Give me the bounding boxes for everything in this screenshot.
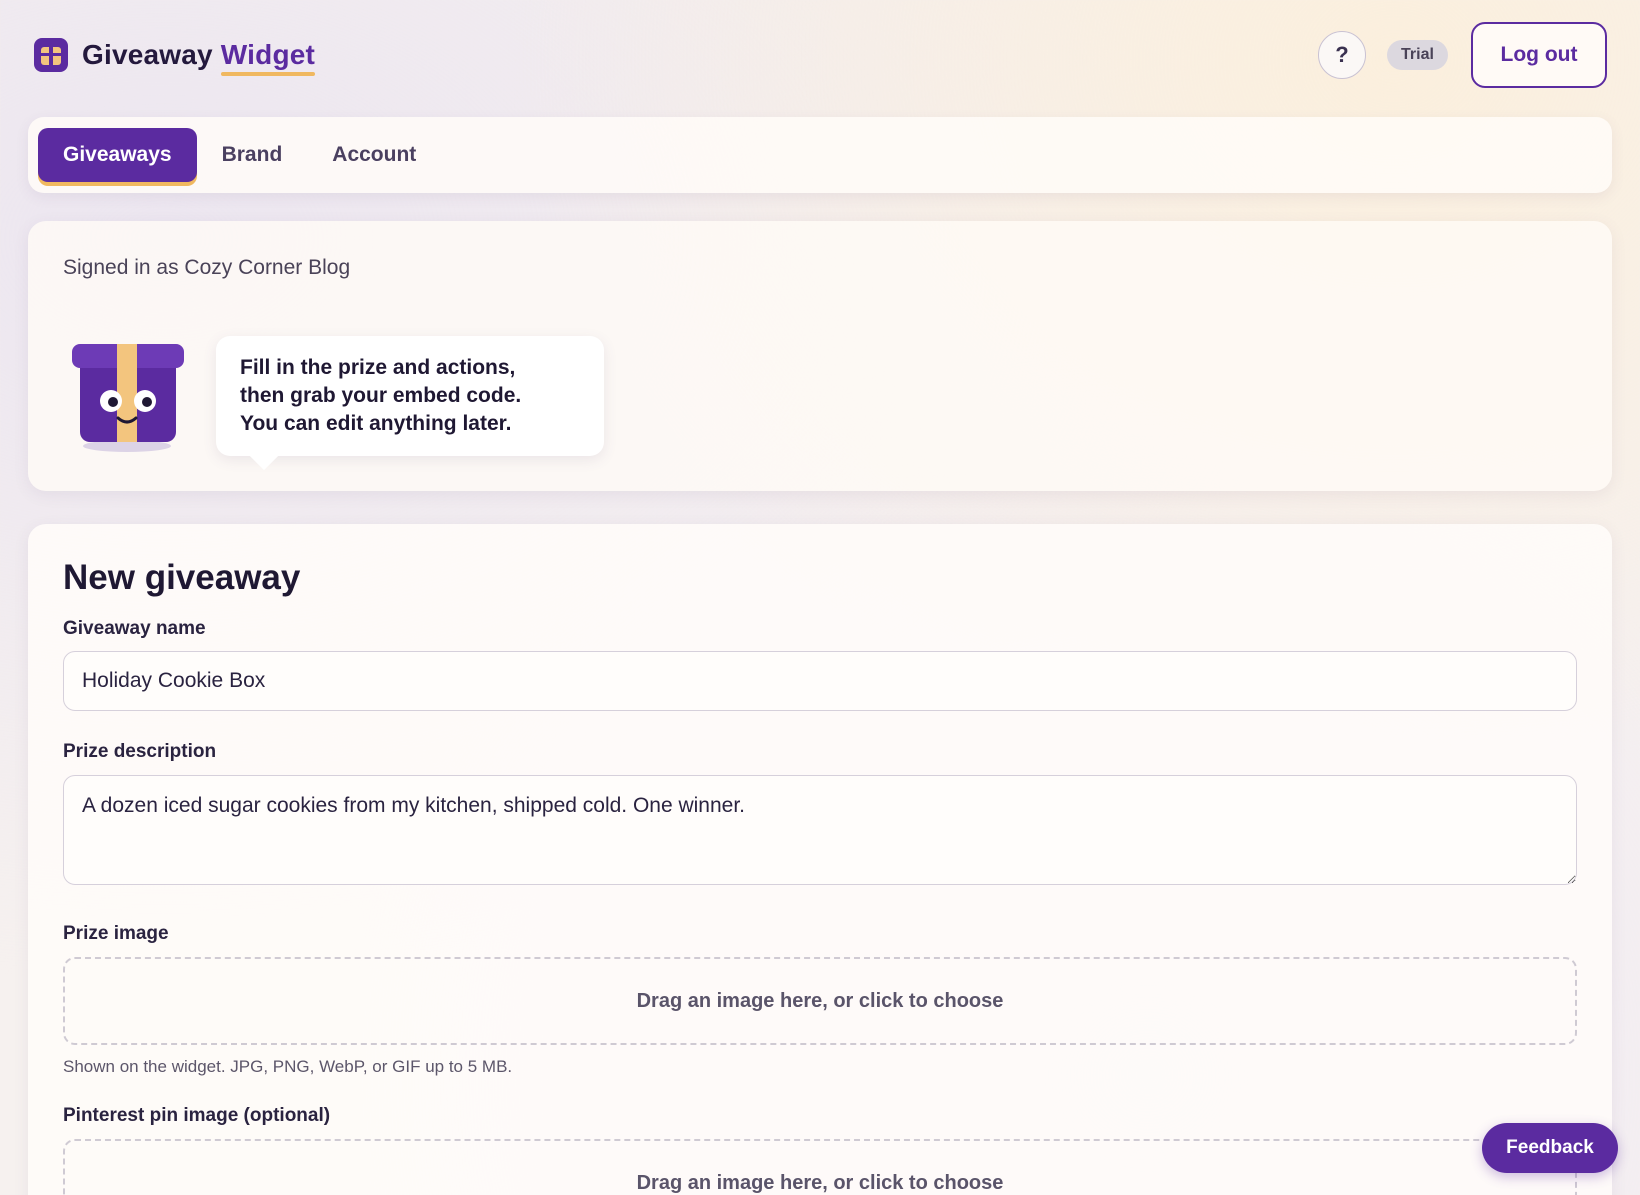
- gift-mascot-illustration: [72, 344, 184, 452]
- welcome-card: Signed in as Cozy Corner Blog Fill in th…: [28, 221, 1612, 491]
- logout-button[interactable]: Log out: [1471, 22, 1607, 88]
- prize-description-textarea[interactable]: A dozen iced sugar cookies from my kitch…: [63, 775, 1577, 885]
- new-giveaway-form: New giveaway Giveaway name Prize descrip…: [28, 524, 1612, 1195]
- tab-account[interactable]: Account: [307, 128, 441, 182]
- logo-word-widget: Widget: [220, 39, 316, 70]
- prize-image-hint: Shown on the widget. JPG, PNG, WebP, or …: [63, 1057, 513, 1076]
- logo-word-giveaway: Giveaway: [82, 39, 213, 70]
- help-button[interactable]: ?: [1318, 31, 1366, 79]
- giveaway-name-input[interactable]: [63, 651, 1577, 711]
- tab-brand[interactable]: Brand: [197, 128, 308, 182]
- main-tabs: Giveaways Brand Account: [28, 117, 1612, 193]
- pin-image-dropzone[interactable]: Drag an image here, or click to choose: [63, 1139, 1577, 1195]
- signed-in-text: Signed in as Cozy Corner Blog: [63, 256, 351, 279]
- feedback-button[interactable]: Feedback: [1482, 1123, 1618, 1173]
- gift-icon: [34, 38, 68, 72]
- prize-image-dropzone[interactable]: Drag an image here, or click to choose: [63, 957, 1577, 1045]
- form-title: New giveaway: [63, 558, 301, 597]
- pin-image-label: Pinterest pin image (optional): [63, 1105, 331, 1126]
- plan-badge: Trial: [1387, 40, 1448, 70]
- tab-giveaways[interactable]: Giveaways: [38, 128, 197, 182]
- speech-bubble-text: Fill in the prize and actions, then grab…: [240, 356, 522, 435]
- prize-image-label: Prize image: [63, 923, 169, 944]
- app-header: Giveaway Widget ? Trial Log out: [0, 0, 1640, 112]
- giveaway-name-label: Giveaway name: [63, 618, 206, 639]
- prize-description-label: Prize description: [63, 741, 217, 762]
- app-logo[interactable]: Giveaway Widget: [34, 38, 315, 72]
- speech-bubble: Fill in the prize and actions, then grab…: [216, 336, 604, 456]
